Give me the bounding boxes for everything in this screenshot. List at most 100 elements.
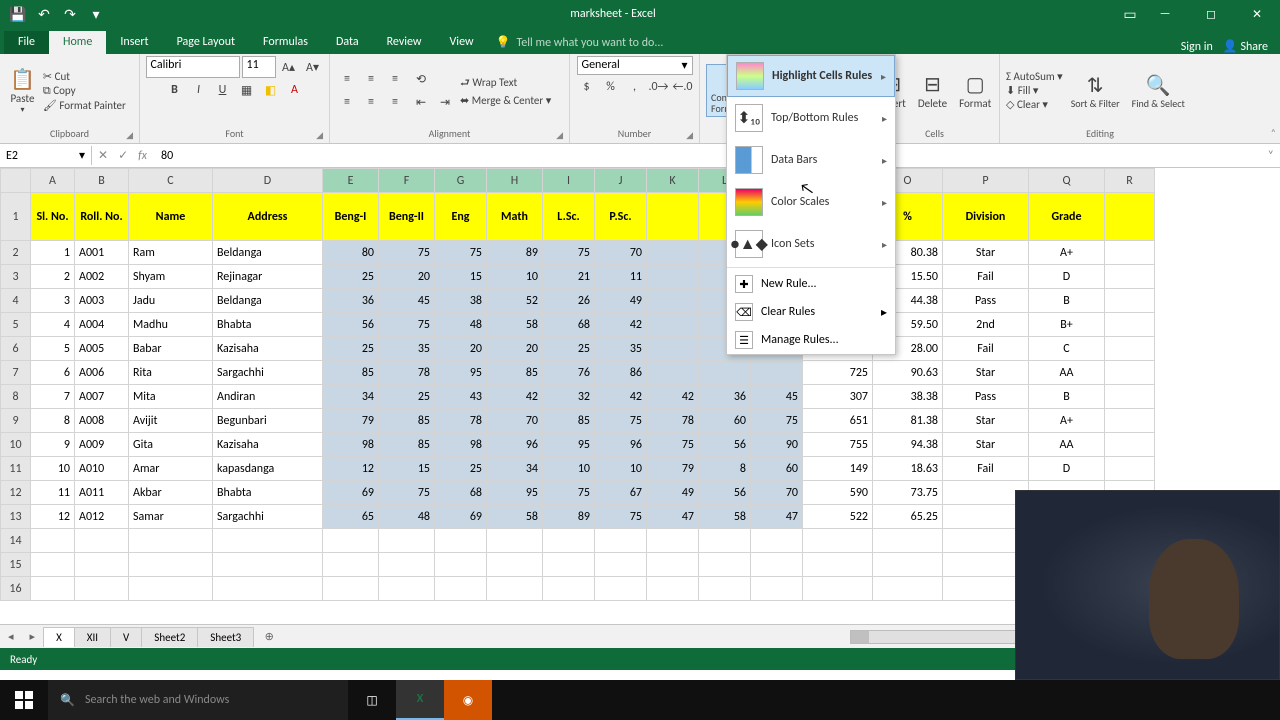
cell[interactable]: 69 [435,505,487,529]
cell[interactable]: 56 [699,433,751,457]
cell[interactable]: 38 [435,289,487,313]
bold-button[interactable]: B [164,79,186,101]
start-button[interactable] [0,680,48,720]
cell[interactable] [1105,457,1155,481]
header-cell[interactable] [647,193,699,241]
col-header[interactable]: H [487,169,543,193]
cell[interactable]: B+ [1029,313,1105,337]
number-launcher-icon[interactable]: ◢ [686,130,693,141]
cell[interactable]: 69 [323,481,379,505]
cell[interactable]: 96 [595,433,647,457]
cell[interactable]: B [1029,385,1105,409]
cell[interactable]: 20 [435,337,487,361]
cell[interactable]: Shyam [129,265,213,289]
cell[interactable] [647,313,699,337]
col-header[interactable]: G [435,169,487,193]
underline-button[interactable]: U [212,79,234,101]
cell[interactable]: 42 [595,385,647,409]
cell[interactable]: 15 [435,265,487,289]
cf-icon-sets[interactable]: ●▲◆Icon Sets▸ [727,223,895,265]
inc-decimal-icon[interactable]: .0→ [648,76,670,98]
cell[interactable]: Fail [943,337,1029,361]
cell[interactable]: Rejinagar [213,265,323,289]
currency-icon[interactable]: $ [576,76,598,98]
cell[interactable]: 68 [543,313,595,337]
cell[interactable] [31,529,75,553]
find-select-button[interactable]: 🔍Find & Select [1128,71,1189,111]
cell[interactable]: 5 [31,337,75,361]
cell[interactable]: Kazisaha [213,337,323,361]
cell[interactable]: 25 [543,337,595,361]
cell[interactable]: 1 [31,241,75,265]
cell[interactable]: A+ [1029,409,1105,433]
cell[interactable]: 10 [31,457,75,481]
cell[interactable]: 85 [487,361,543,385]
header-cell[interactable]: Eng [435,193,487,241]
cell[interactable]: A+ [1029,241,1105,265]
cell[interactable]: Samar [129,505,213,529]
taskbar-excel-icon[interactable]: X [396,680,444,720]
row-header[interactable]: 16 [1,577,31,601]
tab-home[interactable]: Home [49,31,106,54]
row-header[interactable]: 13 [1,505,31,529]
cell[interactable] [1105,265,1155,289]
cell[interactable] [129,577,213,601]
cell[interactable]: 89 [487,241,543,265]
share-button[interactable]: 👤 Share [1223,39,1268,54]
cell[interactable]: 60 [751,457,803,481]
cell[interactable] [435,577,487,601]
cell[interactable]: 48 [435,313,487,337]
cell[interactable] [803,577,873,601]
cell[interactable] [323,529,379,553]
tab-page-layout[interactable]: Page Layout [163,31,249,54]
header-cell[interactable]: Roll. No. [75,193,129,241]
cell[interactable]: 75 [647,433,699,457]
cell[interactable] [487,529,543,553]
redo-icon[interactable]: ↷ [58,2,82,26]
cell[interactable]: Gita [129,433,213,457]
cell[interactable]: A006 [75,361,129,385]
cell[interactable]: 7 [31,385,75,409]
formula-input[interactable]: 80 [153,147,1262,165]
cell[interactable]: 20 [487,337,543,361]
cell[interactable]: 3 [31,289,75,313]
taskbar-search[interactable]: 🔍Search the web and Windows [48,680,348,720]
cell[interactable]: Fail [943,457,1029,481]
cell[interactable]: C [1029,337,1105,361]
cell[interactable]: 75 [379,241,435,265]
row-header[interactable]: 1 [1,193,31,241]
name-box[interactable]: E2▾ [0,146,92,165]
cell[interactable] [1105,409,1155,433]
percent-icon[interactable]: % [600,76,622,98]
cell[interactable]: Star [943,361,1029,385]
cell[interactable]: 85 [543,409,595,433]
cell[interactable] [213,577,323,601]
cell[interactable]: Mita [129,385,213,409]
cell[interactable]: 73.75 [873,481,943,505]
align-left-icon[interactable]: ≡ [336,91,358,113]
col-header[interactable]: J [595,169,647,193]
cf-new-rule[interactable]: ✚New Rule... [727,270,895,298]
cell[interactable] [213,529,323,553]
header-cell[interactable]: Beng-II [379,193,435,241]
cell[interactable]: 42 [647,385,699,409]
header-cell[interactable]: P.Sc. [595,193,647,241]
row-header[interactable]: 15 [1,553,31,577]
cell[interactable]: 80 [323,241,379,265]
cell[interactable]: A003 [75,289,129,313]
row-header[interactable]: 6 [1,337,31,361]
cell[interactable] [487,577,543,601]
cf-clear-rules[interactable]: ⌫Clear Rules▸ [727,298,895,326]
tab-formulas[interactable]: Formulas [249,31,322,54]
taskbar-app-icon[interactable]: ◉ [444,680,492,720]
cell[interactable]: 12 [31,505,75,529]
cell[interactable] [75,577,129,601]
cell[interactable] [1105,241,1155,265]
cell[interactable]: 42 [595,313,647,337]
cell[interactable]: Jadu [129,289,213,313]
align-middle-icon[interactable]: ≡ [360,68,382,90]
cell[interactable]: 86 [595,361,647,385]
cell[interactable] [751,553,803,577]
cell[interactable] [31,577,75,601]
cancel-fx-icon[interactable]: ✕ [98,148,108,163]
